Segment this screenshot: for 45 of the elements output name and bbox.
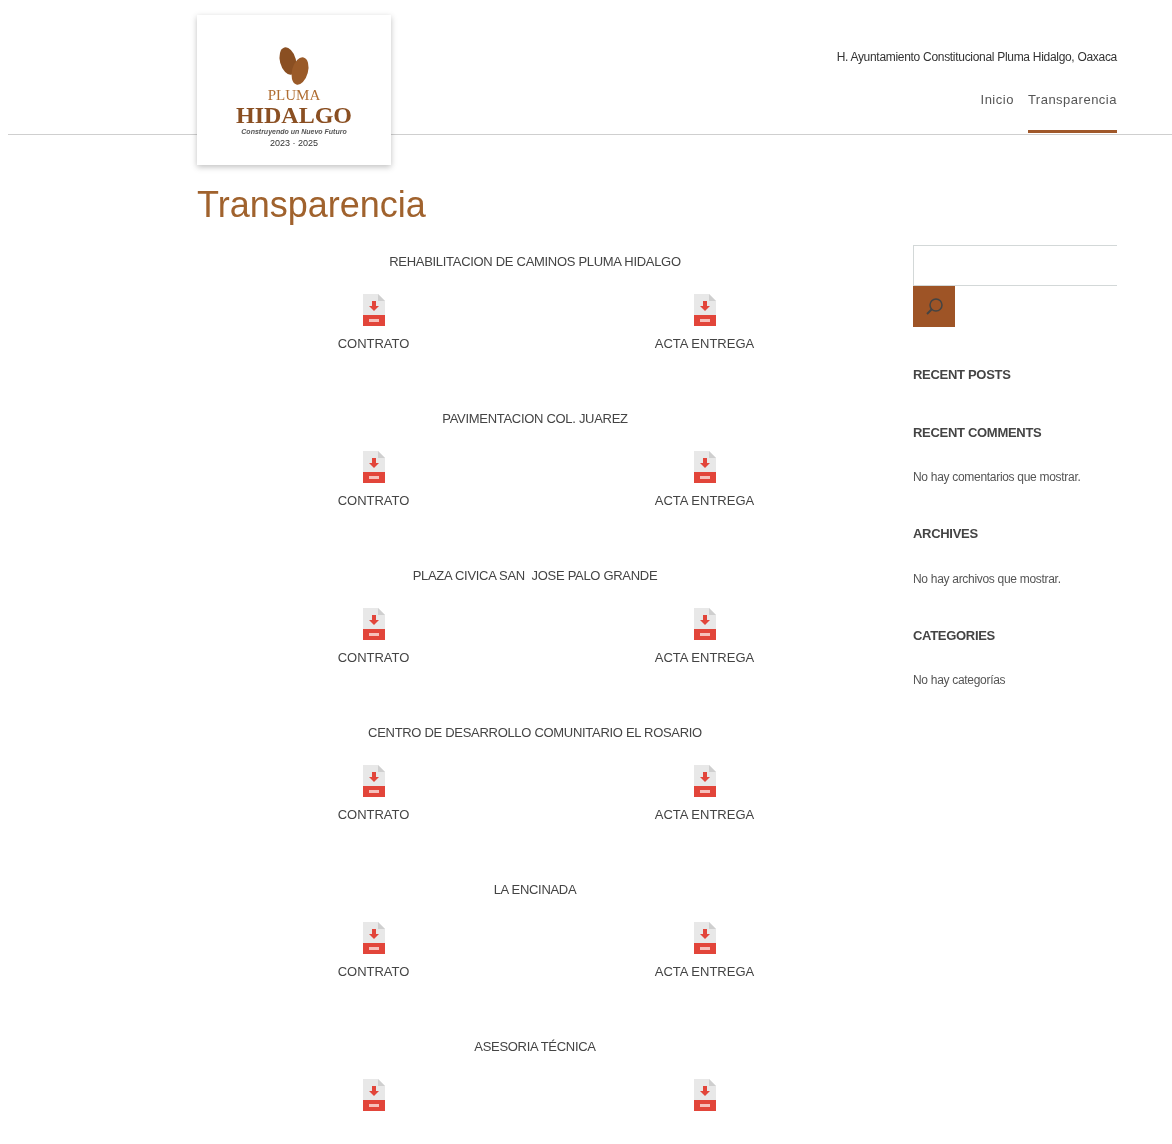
- project-title: LA ENCINADA: [493, 881, 577, 899]
- document-link[interactable]: CONTRATO: [337, 647, 410, 667]
- nav-link[interactable]: Transparencia: [1027, 90, 1117, 133]
- project-title: REHABILITACION DE CAMINOS PLUMA HIDALGO: [389, 253, 681, 271]
- document-link[interactable]: CONTRATO: [337, 804, 410, 824]
- document-link[interactable]: CONTRATO: [337, 333, 410, 353]
- document-link[interactable]: ACTA ENTREGA: [654, 333, 755, 353]
- pdf-file-icon[interactable]: [693, 1078, 716, 1111]
- widget-heading: ARCHIVES: [913, 525, 979, 543]
- pdf-file-icon[interactable]: [693, 921, 716, 954]
- widget-text: No hay archivos que mostrar.: [913, 570, 1062, 588]
- pdf-file-icon[interactable]: [693, 607, 716, 640]
- pdf-file-icon[interactable]: [693, 764, 716, 797]
- search-icon: [924, 296, 944, 317]
- widget-heading: RECENT COMMENTS: [913, 423, 1043, 442]
- site-title: H. Ayuntamiento Constitucional Pluma Hidalgo, Oaxaca: [836, 49, 1117, 66]
- project-title: PLAZA CIVICA SAN JOSE PALO GRANDE: [412, 567, 658, 585]
- search-field[interactable]: [913, 245, 1117, 286]
- pdf-file-icon[interactable]: [362, 293, 385, 326]
- widget-heading: RECENT POSTS: [913, 366, 1012, 384]
- logo-text: HIDALGO: [236, 103, 352, 127]
- pdf-file-icon[interactable]: [362, 1078, 385, 1111]
- coffee-beans-icon: [276, 45, 312, 87]
- project-title: ASESORIA TÉCNICA: [474, 1038, 596, 1056]
- document-link[interactable]: ACTA ENTREGA: [654, 804, 755, 824]
- document-link[interactable]: ACTA ENTREGA: [654, 647, 755, 667]
- pdf-file-icon[interactable]: [693, 450, 716, 483]
- project-title: PAVIMENTACION COL. JUAREZ: [442, 410, 628, 428]
- pdf-file-icon[interactable]: [362, 921, 385, 954]
- logo-text: PLUMA: [267, 87, 321, 103]
- widget-text: No hay categorías: [913, 672, 1007, 689]
- project-title: CENTRO DE DESARROLLO COMUNITARIO EL ROSARIO: [368, 724, 702, 742]
- logo-years: 2023 · 2025: [269, 137, 318, 148]
- pdf-file-icon[interactable]: [362, 450, 385, 483]
- pdf-file-icon[interactable]: [362, 607, 385, 640]
- document-link[interactable]: ACTA ENTREGA: [654, 961, 755, 981]
- document-link[interactable]: CONTRATO: [337, 490, 410, 510]
- nav-link[interactable]: Inicio: [980, 90, 1014, 133]
- widget-text: No hay comentarios que mostrar.: [913, 469, 1082, 486]
- widget-heading: CATEGORIES: [913, 626, 996, 645]
- pdf-file-icon[interactable]: [693, 293, 716, 326]
- document-link[interactable]: CONTRATO: [337, 961, 410, 981]
- pdf-file-icon[interactable]: [362, 764, 385, 797]
- document-link[interactable]: ACTA ENTREGA: [654, 490, 755, 510]
- page-title: Transparencia: [197, 185, 427, 225]
